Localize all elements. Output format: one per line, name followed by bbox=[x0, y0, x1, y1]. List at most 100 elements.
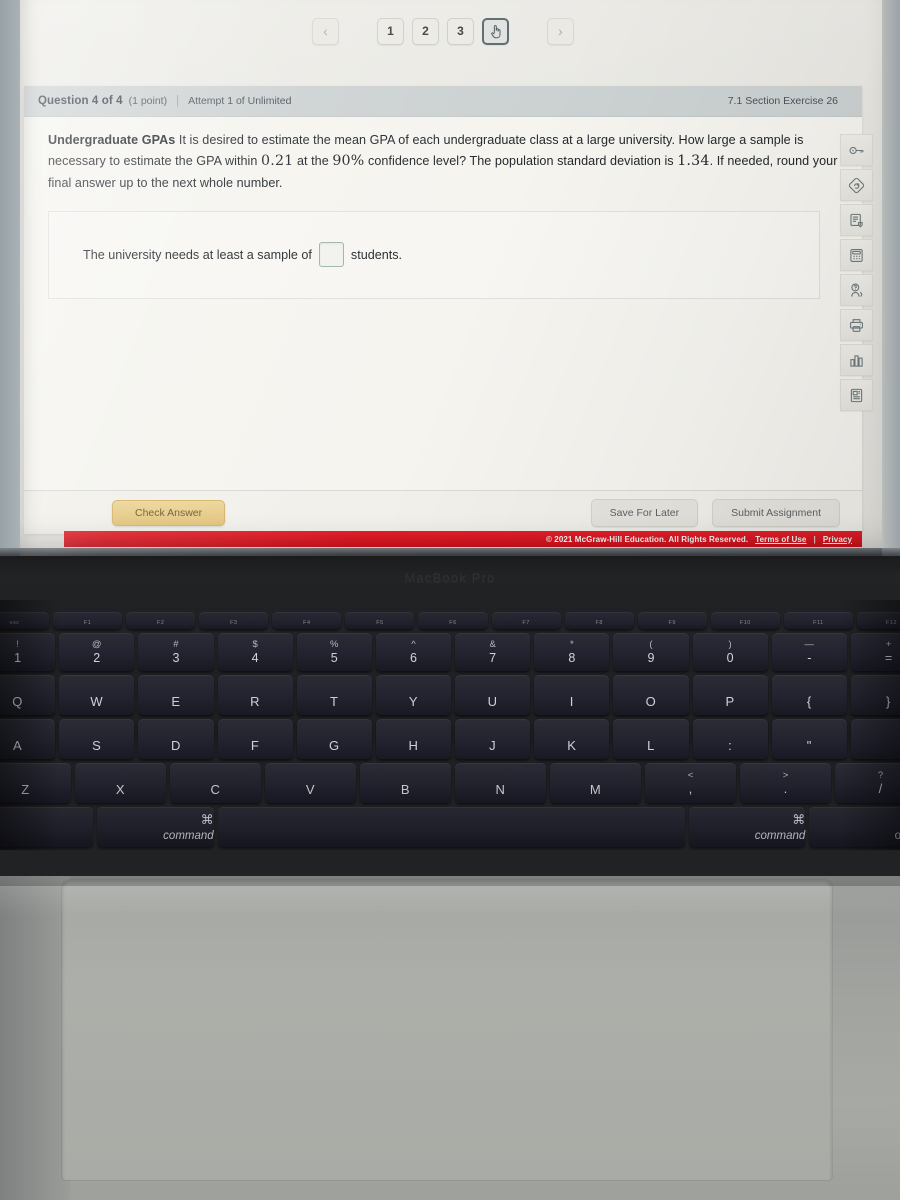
keyboard-key-b[interactable]: B bbox=[360, 763, 451, 803]
privacy-link[interactable]: Privacy bbox=[823, 535, 852, 544]
pagination-page-4-current[interactable] bbox=[482, 17, 509, 45]
keyboard-key-,[interactable]: <, bbox=[645, 763, 736, 803]
bar-chart-icon bbox=[849, 354, 863, 367]
keyboard-key-c[interactable]: C bbox=[170, 763, 261, 803]
keyboard-key-=[interactable]: + = bbox=[850, 633, 900, 671]
keyboard-key-f7[interactable]: F7 bbox=[491, 612, 561, 629]
key-label: command bbox=[163, 830, 214, 842]
keyboard-key-f5[interactable]: F5 bbox=[345, 612, 415, 629]
keyboard-key-5[interactable]: % 5 bbox=[296, 633, 372, 671]
keyboard-key-3[interactable]: #3 bbox=[138, 633, 214, 671]
palm-rest-left-edge bbox=[0, 876, 70, 1200]
keyboard-key-7[interactable]: & 7 bbox=[455, 633, 531, 671]
keyboard-key-y[interactable]: Y bbox=[375, 675, 452, 715]
keyboard-key-q[interactable]: Q bbox=[0, 675, 56, 715]
keyboard-key-f2[interactable]: F2 bbox=[126, 612, 196, 629]
keyboard-key-f8[interactable]: F8 bbox=[564, 612, 634, 629]
keyboard-key-/[interactable]: ? / bbox=[835, 763, 900, 803]
keyboard-key-f1[interactable]: F1 bbox=[53, 612, 123, 629]
key-label: A bbox=[13, 738, 23, 753]
keyboard-key-z[interactable]: Z bbox=[0, 763, 71, 803]
keyboard-bottom-letter-row: Z X C V B N M <, >.? / bbox=[0, 763, 900, 803]
key-shift-label: < bbox=[687, 770, 694, 781]
keyboard-number-row: ! 1 @2 #3 $4% 5 ^ 6 & 7 * 8(9) 0— - + = bbox=[0, 633, 900, 671]
keyboard-key-f6[interactable]: F6 bbox=[418, 612, 488, 629]
keyboard-key-"[interactable]: " bbox=[771, 719, 847, 759]
keyboard-key-i[interactable]: I bbox=[534, 675, 610, 715]
trackpad[interactable] bbox=[62, 880, 832, 1180]
print-button[interactable] bbox=[839, 309, 873, 341]
question-tools-toolbar bbox=[838, 134, 874, 414]
statistics-button[interactable] bbox=[839, 344, 873, 376]
keyboard-key-s[interactable]: S bbox=[59, 719, 135, 759]
keyboard-key-f3[interactable]: F3 bbox=[199, 612, 269, 629]
calculator-button[interactable] bbox=[839, 239, 873, 271]
question-points: (1 point) bbox=[128, 95, 168, 107]
terms-of-use-link[interactable]: Terms of Use bbox=[755, 535, 806, 544]
answer-input[interactable] bbox=[318, 242, 344, 268]
keyboard-key-control[interactable] bbox=[0, 807, 93, 847]
submit-assignment-button[interactable]: Submit Assignment bbox=[712, 498, 840, 527]
prompt-part-3: confidence level? The population standar… bbox=[364, 154, 678, 169]
keyboard-key-l[interactable]: L bbox=[613, 719, 689, 759]
notes-button[interactable] bbox=[839, 204, 873, 236]
keyboard-key-option[interactable]: ⌥option bbox=[809, 807, 900, 847]
key-shift-label: + bbox=[885, 639, 892, 650]
keyboard-key-.[interactable]: >. bbox=[740, 763, 831, 803]
keyboard-key-k[interactable]: K bbox=[534, 719, 610, 759]
keyboard-key-u[interactable]: U bbox=[455, 675, 531, 715]
keyboard-key-command-left[interactable]: ⌘ command bbox=[96, 807, 214, 847]
keyboard-key-e[interactable]: E bbox=[138, 675, 214, 715]
keyboard-key-f10[interactable]: F10 bbox=[710, 612, 780, 629]
keyboard-key-4[interactable]: $4 bbox=[217, 633, 293, 671]
keyboard-key-f9[interactable]: F9 bbox=[637, 612, 707, 629]
macbook-pro-label: MacBook Pro bbox=[404, 570, 496, 585]
keyboard-key-{[interactable]: { bbox=[771, 675, 847, 715]
regenerate-question-button[interactable] bbox=[839, 169, 873, 201]
ask-instructor-button[interactable] bbox=[839, 274, 873, 306]
pagination-page-2[interactable]: 2 bbox=[412, 17, 439, 45]
keyboard-key-f11[interactable]: F11 bbox=[783, 612, 853, 629]
keyboard-key-0[interactable]: ) 0 bbox=[692, 633, 768, 671]
pagination-page-3[interactable]: 3 bbox=[447, 17, 474, 45]
keyboard-key-j[interactable]: J bbox=[455, 719, 531, 759]
keyboard-key-f4[interactable]: F4 bbox=[272, 612, 342, 629]
keyboard-key-esc[interactable]: esc bbox=[0, 612, 50, 629]
keyboard-key-v[interactable]: V bbox=[265, 763, 356, 803]
check-answer-button[interactable]: Check Answer bbox=[112, 499, 226, 526]
pagination-next-button[interactable]: › bbox=[547, 17, 574, 45]
pagination-page-1[interactable]: 1 bbox=[377, 17, 404, 45]
keyboard-key-space[interactable] bbox=[217, 807, 685, 847]
keyboard-key-}[interactable]: } bbox=[850, 675, 900, 715]
keyboard-key-n[interactable]: N bbox=[455, 763, 546, 803]
keyboard-key-9[interactable]: (9 bbox=[613, 633, 689, 671]
keyboard-key--[interactable]: — - bbox=[771, 633, 847, 671]
keyboard-key-:[interactable]: : bbox=[692, 719, 768, 759]
keyboard-key-1[interactable]: ! 1 bbox=[0, 633, 56, 671]
keyboard-key-m[interactable]: M bbox=[550, 763, 641, 803]
keyboard-key-g[interactable]: G bbox=[296, 719, 372, 759]
keyboard-key-8[interactable]: * 8 bbox=[534, 633, 610, 671]
keyboard-key-w[interactable]: W bbox=[59, 675, 135, 715]
keyboard-key-o[interactable]: O bbox=[613, 675, 689, 715]
keyboard-key-r[interactable]: R bbox=[217, 675, 293, 715]
keyboard-key-d[interactable]: D bbox=[138, 719, 214, 759]
keyboard-key-6[interactable]: ^ 6 bbox=[375, 633, 452, 671]
keyboard-key-a[interactable]: A bbox=[0, 719, 56, 759]
pagination-prev-button[interactable]: ‹ bbox=[312, 17, 339, 45]
key-label: } bbox=[886, 694, 891, 709]
copyright-bar: © 2021 McGraw-Hill Education. All Rights… bbox=[64, 531, 862, 547]
answer-key-button[interactable] bbox=[839, 134, 873, 166]
key-label: / bbox=[878, 782, 883, 796]
keyboard-key-x[interactable]: X bbox=[75, 763, 166, 803]
keyboard-key-blank[interactable] bbox=[850, 719, 900, 759]
keyboard-key-f[interactable]: F bbox=[217, 719, 293, 759]
keyboard-key-f12[interactable]: F12 bbox=[856, 612, 900, 629]
keyboard-key-h[interactable]: H bbox=[375, 719, 452, 759]
keyboard-key-2[interactable]: @2 bbox=[59, 633, 135, 671]
save-for-later-button[interactable]: Save For Later bbox=[590, 498, 699, 527]
reference-document-button[interactable] bbox=[839, 379, 873, 411]
keyboard-key-command-right[interactable]: ⌘ command bbox=[688, 807, 806, 847]
keyboard-key-p[interactable]: P bbox=[692, 675, 768, 715]
keyboard-key-t[interactable]: T bbox=[296, 675, 372, 715]
